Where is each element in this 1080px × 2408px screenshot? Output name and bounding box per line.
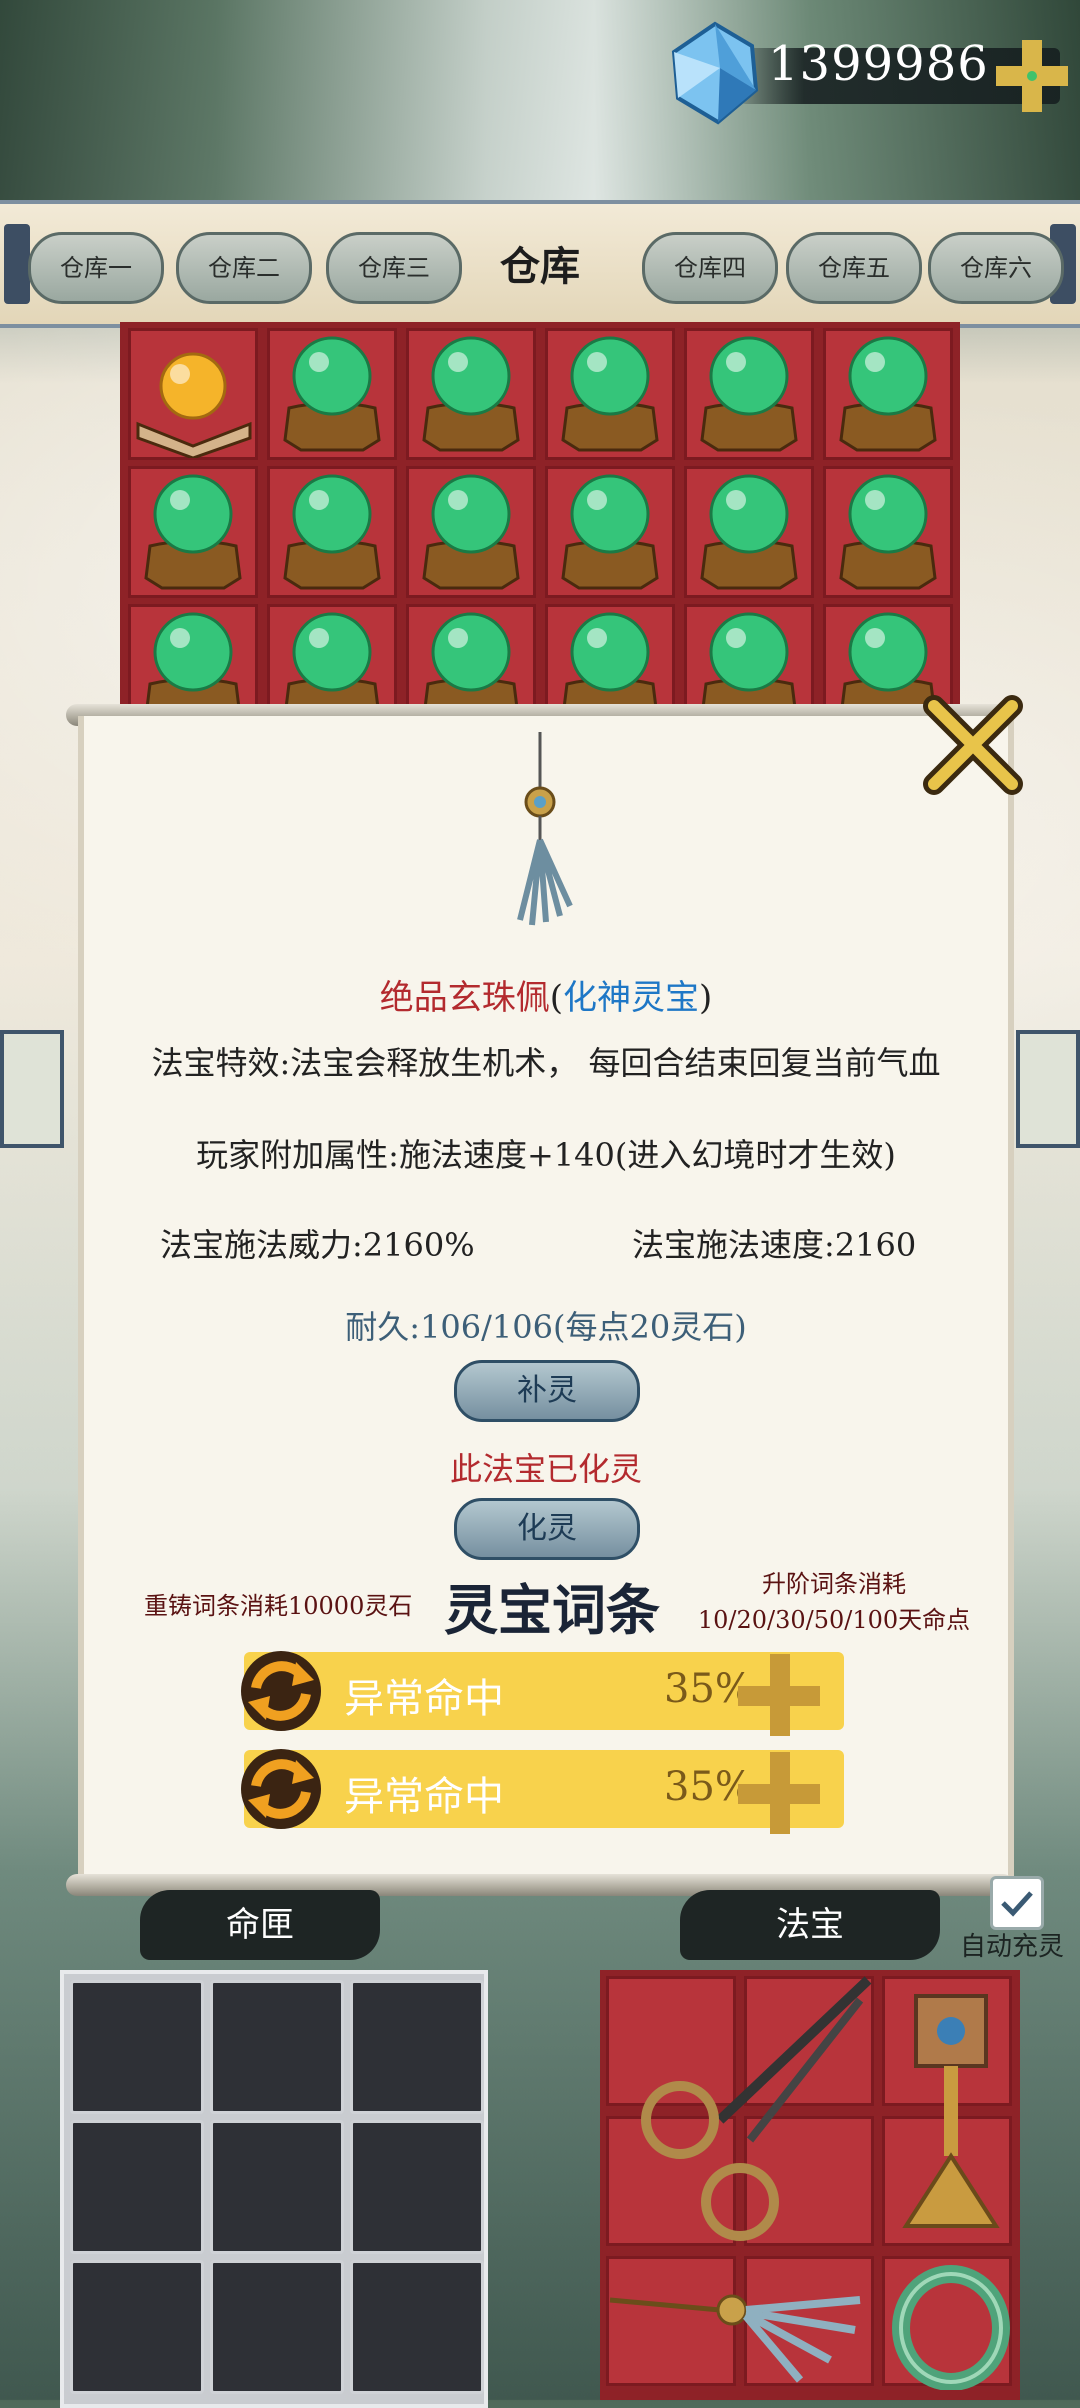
affix-title: 灵宝词条 [444, 1578, 660, 1642]
storage-slot[interactable] [406, 328, 536, 460]
fate-box-slot[interactable] [210, 2260, 344, 2394]
affix-name: 异常命中 [344, 1774, 504, 1820]
storage-slot[interactable] [128, 328, 258, 460]
green-orb-icon [144, 474, 242, 590]
green-orb-icon [283, 474, 381, 590]
storage-grid [120, 322, 960, 736]
storage-slot[interactable] [823, 328, 953, 460]
grade-open: ( [549, 978, 563, 1018]
fate-box-slot[interactable] [70, 1980, 204, 2114]
affix-name: 异常命中 [344, 1676, 504, 1722]
tab-warehouse-2[interactable]: 仓库二 [176, 232, 312, 304]
green-orb-icon [561, 336, 659, 452]
fate-box-slot[interactable] [210, 2120, 344, 2254]
currency-amount: 1399986 [768, 36, 989, 92]
auto-recharge-checkbox[interactable] [990, 1876, 1044, 1930]
durability: 耐久:106/106(每点20灵石) [345, 1308, 747, 1346]
auto-recharge-label: 自动充灵 [960, 1932, 1065, 1962]
item-effect: 法宝特效:法宝会释放生机术， 每回合结束回复当前气血 [151, 1044, 941, 1082]
storage-slot[interactable] [823, 466, 953, 598]
golden-orb-icon [136, 352, 252, 460]
fate-box-grid [60, 1970, 488, 2408]
section-title-fate-box: 命匣 [140, 1890, 380, 1960]
fate-box-slot[interactable] [350, 2120, 484, 2254]
fate-box-slot[interactable] [350, 2260, 484, 2394]
refresh-icon[interactable] [236, 1646, 326, 1736]
fate-box-slot[interactable] [70, 2120, 204, 2254]
tab-warehouse-1[interactable]: 仓库一 [28, 232, 164, 304]
page-title: 仓库 [500, 243, 580, 290]
tab-warehouse-4[interactable]: 仓库四 [642, 232, 778, 304]
green-orb-icon [561, 474, 659, 590]
green-orb-icon [283, 336, 381, 452]
side-panel-left [0, 1030, 64, 1148]
currency-display: 1399986 [660, 18, 1080, 125]
storage-slot[interactable] [267, 466, 397, 598]
tab-warehouse-3[interactable]: 仓库三 [326, 232, 462, 304]
close-icon[interactable] [918, 690, 1028, 800]
storage-slot[interactable] [128, 466, 258, 598]
storage-slot[interactable] [684, 466, 814, 598]
player-attribute: 玩家附加属性:施法速度+140(进入幻境时才生效) [196, 1136, 896, 1174]
affix-row: 异常命中 35% [241, 1749, 844, 1834]
green-orb-icon [422, 336, 520, 452]
scroll-pin-left [4, 224, 30, 304]
fate-box-slot[interactable] [350, 1980, 484, 2114]
green-orb-icon [839, 336, 937, 452]
green-orb-icon [422, 474, 520, 590]
upgrade-cost-line1: 升阶词条消耗 [762, 1570, 906, 1598]
grade-close: ) [699, 978, 713, 1018]
storage-slot[interactable] [545, 466, 675, 598]
storage-slot[interactable] [267, 328, 397, 460]
green-orb-icon [839, 474, 937, 590]
plus-icon[interactable] [734, 1650, 824, 1740]
item-grade: 化神灵宝 [563, 978, 699, 1018]
green-orb-icon [700, 474, 798, 590]
reforge-cost: 重铸词条消耗10000灵石 [144, 1592, 413, 1620]
side-panel-right [1016, 1030, 1080, 1148]
storage-slot[interactable] [406, 466, 536, 598]
storage-slot[interactable] [684, 328, 814, 460]
refresh-icon[interactable] [236, 1744, 326, 1834]
warehouse-tab-bar: 仓库一 仓库二 仓库三 仓库 仓库四 仓库五 仓库六 [0, 200, 1080, 328]
pendant-icon [517, 732, 573, 926]
spirit-status: 此法宝已化灵 [449, 1450, 642, 1488]
jade-bracelet-icon[interactable] [886, 2260, 1016, 2390]
treasure-grid [600, 1970, 1020, 2400]
check-icon [1001, 1891, 1033, 1917]
spiritualize-button[interactable]: 化灵 [454, 1498, 640, 1560]
scissors-icon[interactable] [600, 1970, 880, 2250]
fate-box-slot[interactable] [70, 2260, 204, 2394]
cast-speed: 法宝施法速度:2160 [632, 1226, 917, 1264]
plus-icon[interactable] [734, 1748, 824, 1838]
cast-power: 法宝施法威力:2160% [160, 1226, 475, 1264]
section-title-treasure: 法宝 [680, 1890, 940, 1960]
prayer-wheel-icon[interactable] [886, 1976, 1016, 2246]
repair-button[interactable]: 补灵 [454, 1360, 640, 1422]
item-name: 绝品玄珠佩 [379, 978, 550, 1018]
item-name-line: 绝品玄珠佩(化神灵宝) [84, 970, 1008, 1019]
jade-pendant-icon[interactable] [600, 2260, 870, 2390]
storage-slot[interactable] [545, 328, 675, 460]
upgrade-cost-line2: 10/20/30/50/100天命点 [697, 1606, 971, 1634]
tab-warehouse-5[interactable]: 仓库五 [786, 232, 922, 304]
plus-icon[interactable] [992, 36, 1072, 116]
tab-warehouse-6[interactable]: 仓库六 [928, 232, 1064, 304]
green-orb-icon [700, 336, 798, 452]
gem-icon [671, 21, 759, 125]
affix-row: 异常命中 35% [241, 1651, 844, 1736]
fate-box-slot[interactable] [210, 1980, 344, 2114]
